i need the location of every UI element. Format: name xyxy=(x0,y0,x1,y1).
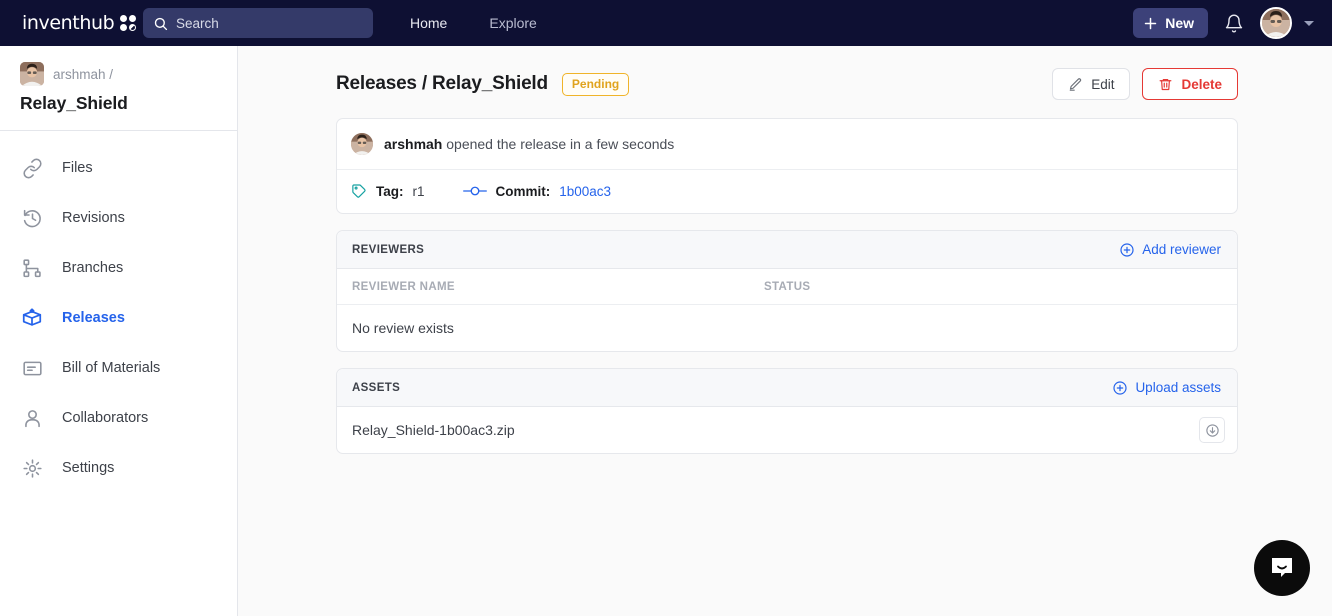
package-icon xyxy=(20,307,44,329)
pencil-icon xyxy=(1069,77,1082,91)
nav-right-cluster: New xyxy=(1133,0,1314,46)
reviewers-card: REVIEWERS Add reviewer REVIEWER NAME STA… xyxy=(336,230,1238,352)
repo-header: arshmah / Relay_Shield xyxy=(0,46,237,131)
reviewers-section-title: REVIEWERS xyxy=(352,243,425,256)
page-header: Releases / Relay_Shield Pending Edit Del… xyxy=(238,46,1332,100)
bell-icon[interactable] xyxy=(1224,13,1244,34)
dots-grid-icon xyxy=(120,15,137,31)
download-asset-button[interactable] xyxy=(1199,417,1225,443)
release-info-card: arshmah opened the release in a few seco… xyxy=(336,118,1238,214)
add-reviewer-label: Add reviewer xyxy=(1142,242,1221,257)
tag-icon xyxy=(352,184,366,198)
sidebar-item-revisions[interactable]: Revisions xyxy=(0,193,237,243)
plus-circle-icon xyxy=(1113,380,1128,395)
download-circle-icon xyxy=(1205,423,1219,437)
page-title: Releases / Relay_Shield xyxy=(336,73,548,94)
assets-section-title: ASSETS xyxy=(352,381,401,394)
sidebar-item-branches[interactable]: Branches xyxy=(0,243,237,293)
history-icon xyxy=(20,208,44,229)
sidebar-item-label: Settings xyxy=(62,460,115,476)
link-icon xyxy=(20,158,44,179)
sidebar-item-label: Branches xyxy=(62,260,124,276)
commit-meta: Commit: 1b00ac3 xyxy=(462,183,611,199)
commit-hash-link[interactable]: 1b00ac3 xyxy=(559,184,611,199)
commit-icon xyxy=(462,186,487,196)
release-author-avatar[interactable] xyxy=(351,133,373,155)
status-badge: Pending xyxy=(561,72,630,96)
assets-card: ASSETS Upload assets Relay_Shield-1b00ac… xyxy=(336,368,1238,454)
main-content: Releases / Relay_Shield Pending Edit Del… xyxy=(238,46,1332,616)
search-placeholder: Search xyxy=(176,15,219,31)
plus-icon xyxy=(1144,17,1157,29)
user-icon xyxy=(20,408,44,429)
content-area: arshmah opened the release in a few seco… xyxy=(238,100,1332,454)
avatar-photo xyxy=(351,133,373,155)
primary-nav-links: Home Explore xyxy=(410,0,537,46)
sidebar: arshmah / Relay_Shield Files Revisions B… xyxy=(0,46,238,616)
add-reviewer-button[interactable]: Add reviewer xyxy=(1119,242,1221,258)
column-header-reviewer-name: REVIEWER NAME xyxy=(352,280,455,293)
edit-button-label: Edit xyxy=(1091,76,1115,92)
sidebar-item-label: Revisions xyxy=(62,210,125,226)
chat-widget-button[interactable] xyxy=(1254,540,1310,596)
release-author-name[interactable]: arshmah xyxy=(384,136,442,152)
nav-link-explore[interactable]: Explore xyxy=(489,15,536,31)
avatar[interactable] xyxy=(1260,7,1292,39)
upload-assets-button[interactable]: Upload assets xyxy=(1112,380,1221,396)
document-list-icon xyxy=(20,358,44,379)
assets-card-header: ASSETS Upload assets xyxy=(337,369,1237,407)
sidebar-nav: Files Revisions Branches Releases Bill o… xyxy=(0,131,237,493)
chevron-down-icon[interactable] xyxy=(1304,20,1314,26)
release-activity-text: opened the release in a few seconds xyxy=(446,136,675,152)
reviewers-empty-row: No review exists xyxy=(337,305,1237,351)
sidebar-item-label: Releases xyxy=(62,310,125,326)
release-meta-row: Tag: r1 Commit: 1b00ac3 xyxy=(337,170,1237,213)
asset-file-name: Relay_Shield-1b00ac3.zip xyxy=(352,422,515,438)
search-icon xyxy=(154,17,168,30)
logo[interactable]: inventhub xyxy=(22,12,137,34)
reviewers-card-header: REVIEWERS Add reviewer xyxy=(337,231,1237,269)
repo-owner-label[interactable]: arshmah / xyxy=(53,67,113,82)
sidebar-item-collaborators[interactable]: Collaborators xyxy=(0,393,237,443)
reviewers-empty-text: No review exists xyxy=(352,320,454,336)
repo-name-label: Relay_Shield xyxy=(20,93,128,113)
tag-label: Tag: xyxy=(376,183,404,199)
edit-button[interactable]: Edit xyxy=(1052,68,1131,100)
chat-bubble-smile-icon xyxy=(1272,558,1292,577)
branches-icon xyxy=(20,258,44,279)
delete-button-label: Delete xyxy=(1181,76,1222,92)
sidebar-item-settings[interactable]: Settings xyxy=(0,443,237,493)
sidebar-item-label: Files xyxy=(62,160,93,176)
new-button[interactable]: New xyxy=(1133,8,1208,38)
column-header-status: STATUS xyxy=(764,280,811,293)
tag-meta: Tag: r1 xyxy=(351,183,425,199)
sidebar-item-releases[interactable]: Releases xyxy=(0,293,237,343)
sidebar-item-label: Bill of Materials xyxy=(62,360,161,376)
tag-value: r1 xyxy=(412,183,425,199)
nav-link-home[interactable]: Home xyxy=(410,15,447,31)
release-activity-row: arshmah opened the release in a few seco… xyxy=(337,119,1237,170)
top-navigation-bar: inventhub Search Home Explore New xyxy=(0,0,1332,46)
delete-button[interactable]: Delete xyxy=(1142,68,1238,100)
plus-circle-icon xyxy=(1120,242,1134,257)
page-actions: Edit Delete xyxy=(1052,68,1238,100)
trash-icon xyxy=(1160,78,1172,90)
search-input[interactable]: Search xyxy=(143,8,373,38)
avatar-photo xyxy=(1262,9,1290,37)
table-row: Relay_Shield-1b00ac3.zip xyxy=(337,407,1237,453)
new-button-label: New xyxy=(1165,15,1194,31)
logo-text: inventhub xyxy=(22,12,115,34)
gear-icon xyxy=(20,458,44,479)
reviewers-table-header: REVIEWER NAME STATUS xyxy=(337,269,1237,305)
sidebar-item-label: Collaborators xyxy=(62,410,149,426)
upload-assets-label: Upload assets xyxy=(1135,380,1221,395)
sidebar-item-files[interactable]: Files xyxy=(0,143,237,193)
repo-owner-avatar[interactable] xyxy=(20,62,44,86)
avatar-photo xyxy=(20,62,44,86)
commit-label: Commit: xyxy=(495,183,551,199)
sidebar-item-bill-of-materials[interactable]: Bill of Materials xyxy=(0,343,237,393)
